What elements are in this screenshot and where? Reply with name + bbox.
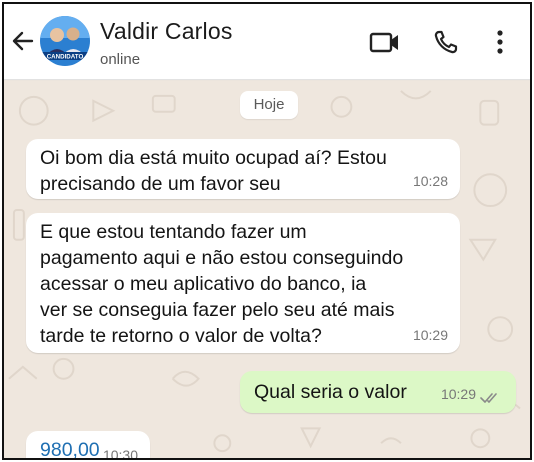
message-bubble-incoming[interactable]: E que estou tentando fazer um pagamento … <box>26 213 460 353</box>
contact-name: Valdir Carlos <box>100 18 233 44</box>
date-divider: Hoje <box>240 91 298 119</box>
back-arrow-icon[interactable] <box>10 28 36 54</box>
chat-window: CANDIDATO Valdir Carlos online Hoje Oi b… <box>2 2 532 460</box>
contact-status: online <box>100 51 141 68</box>
avatar[interactable]: CANDIDATO <box>40 16 90 66</box>
svg-text:CANDIDATO: CANDIDATO <box>47 54 84 61</box>
message-list[interactable]: Hoje Oi bom dia está muito ocupad aí? Es… <box>4 81 530 460</box>
phone-icon[interactable] <box>432 28 460 56</box>
message-time: 10:29 <box>412 327 448 343</box>
message-bubble-incoming[interactable]: 980,00 10:30 <box>26 431 150 460</box>
double-check-icon <box>480 393 497 403</box>
message-text-number[interactable]: 980,00 <box>40 437 100 458</box>
message-text: E que estou tentando fazer um pagamento … <box>40 221 404 347</box>
message-text: Qual seria o valor <box>254 381 407 403</box>
message-text: Oi bom dia está muito ocupad aí? Estou p… <box>40 147 387 195</box>
message-time: 10:30 <box>102 447 138 460</box>
video-call-icon[interactable] <box>368 28 402 56</box>
contact-info[interactable]: Valdir Carlos online <box>100 18 233 68</box>
chat-header: CANDIDATO Valdir Carlos online <box>4 4 530 80</box>
message-bubble-incoming[interactable]: Oi bom dia está muito ocupad aí? Estou p… <box>26 139 460 199</box>
message-time: 10:28 <box>412 173 448 189</box>
message-time: 10:29 <box>440 386 476 402</box>
more-vertical-icon[interactable] <box>494 28 506 56</box>
message-bubble-outgoing[interactable]: Qual seria o valor 10:29 <box>240 371 516 413</box>
